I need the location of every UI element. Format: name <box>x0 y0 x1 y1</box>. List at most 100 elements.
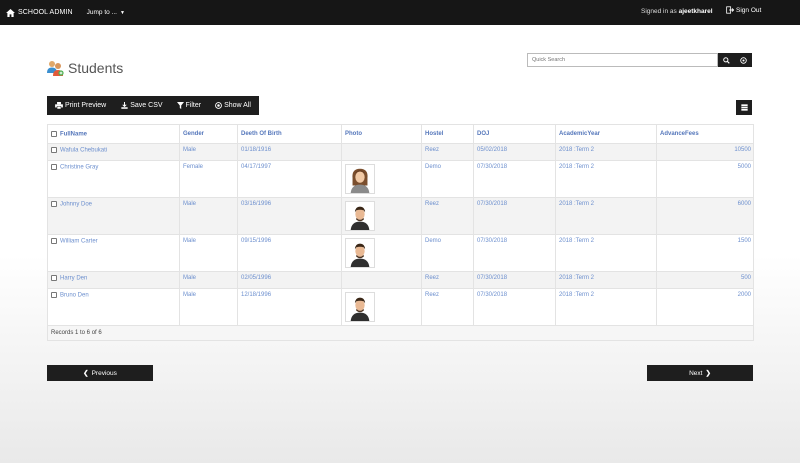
filter-label: Filter <box>185 102 202 109</box>
next-label: Next <box>689 369 703 377</box>
header-fullname[interactable]: FullName <box>47 124 180 144</box>
cell-doj: 07/30/2018 <box>473 160 556 198</box>
columns-button[interactable] <box>736 100 752 115</box>
cell-dob: 04/17/1997 <box>237 160 342 198</box>
target-icon <box>740 56 747 64</box>
header-academic-year[interactable]: AcademicYear <box>555 124 657 144</box>
row-checkbox[interactable] <box>51 275 57 281</box>
cell-advance-fees: 500 <box>656 271 754 289</box>
cell-photo <box>341 197 422 235</box>
search-options-button[interactable] <box>735 53 752 67</box>
cell-doj: 07/30/2018 <box>473 197 556 235</box>
student-photo-female <box>345 164 375 194</box>
chevron-left-icon: ❮ <box>83 370 89 377</box>
row-checkbox[interactable] <box>51 292 57 298</box>
records-count: Records 1 to 6 of 6 <box>47 325 754 341</box>
cell-gender: Male <box>179 143 238 161</box>
cell-photo <box>341 234 422 272</box>
student-name-link[interactable]: Christine Gray <box>60 165 98 171</box>
cell-academic-year: 2018 :Term 2 <box>555 234 657 272</box>
cell-gender: Male <box>179 197 238 235</box>
table-row[interactable]: Harry Den Male 02/05/1996 Reez 07/30/201… <box>47 271 754 289</box>
header-doj[interactable]: DOJ <box>473 124 556 144</box>
student-name-link[interactable]: Bruno Den <box>60 293 89 299</box>
download-icon <box>121 102 128 109</box>
header-gender[interactable]: Gender <box>179 124 238 144</box>
header-dob[interactable]: Deeth Of Birth <box>237 124 342 144</box>
table-header-row: FullName Gender Deeth Of Birth Photo Hos… <box>47 124 754 144</box>
brand-label: SCHOOL ADMIN <box>18 9 73 16</box>
cell-gender: Male <box>179 234 238 272</box>
save-csv-label: Save CSV <box>130 102 163 109</box>
cell-hostel: Demo <box>421 160 474 198</box>
previous-label: Previous <box>91 369 117 377</box>
header-hostel[interactable]: Hostel <box>421 124 474 144</box>
row-checkbox[interactable] <box>51 238 57 244</box>
cell-fullname: Christine Gray <box>47 160 180 198</box>
row-checkbox[interactable] <box>51 201 57 207</box>
page-header: Students <box>47 60 123 76</box>
cell-photo <box>341 288 422 326</box>
previous-button[interactable]: ❮ Previous <box>47 365 153 381</box>
save-csv-button[interactable]: Save CSV <box>121 102 163 109</box>
table-row[interactable]: Bruno Den Male 12/18/1996 Reez 07/30/201… <box>47 288 754 326</box>
table-row[interactable]: Johnny Doe Male 03/16/1996 Reez 07/30/20… <box>47 197 754 235</box>
cell-photo <box>341 143 422 161</box>
cell-advance-fees: 2000 <box>656 288 754 326</box>
filter-button[interactable]: Filter <box>176 102 202 109</box>
row-checkbox[interactable] <box>51 147 57 153</box>
header-advance-fees[interactable]: AdvanceFees <box>656 124 754 144</box>
cell-academic-year: 2018 :Term 2 <box>555 271 657 289</box>
cell-dob: 12/18/1996 <box>237 288 342 326</box>
quick-search <box>527 53 752 67</box>
cell-doj: 05/02/2018 <box>473 143 556 161</box>
cell-fullname: William Carter <box>47 234 180 272</box>
cell-dob: 03/16/1996 <box>237 197 342 235</box>
select-all-checkbox[interactable] <box>51 130 57 137</box>
cell-academic-year: 2018 :Term 2 <box>555 143 657 161</box>
header-photo[interactable]: Photo <box>341 124 422 144</box>
cell-hostel: Reez <box>421 143 474 161</box>
cell-hostel: Reez <box>421 197 474 235</box>
sign-out-link[interactable]: Sign Out <box>726 6 761 14</box>
jump-to-menu[interactable]: Jump to ... ▼ <box>87 9 125 16</box>
table-row[interactable]: Wafula Chebukati Male 01/18/1916 Reez 05… <box>47 143 754 161</box>
cell-advance-fees: 1500 <box>656 234 754 272</box>
table-row[interactable]: William Carter Male 09/15/1996 Demo 07/3… <box>47 234 754 272</box>
home-icon <box>6 8 15 17</box>
filter-icon <box>176 102 184 109</box>
signed-user: ajeetkharel <box>678 8 713 15</box>
cell-doj: 07/30/2018 <box>473 271 556 289</box>
student-name-link[interactable]: Wafula Chebukati <box>60 148 107 154</box>
caret-down-icon: ▼ <box>119 9 125 16</box>
cell-advance-fees: 10500 <box>656 143 754 161</box>
student-name-link[interactable]: William Carter <box>60 239 98 245</box>
print-preview-button[interactable]: Print Preview <box>55 102 106 109</box>
brand-link[interactable]: SCHOOL ADMIN <box>6 8 73 17</box>
page-title: Students <box>68 60 124 76</box>
show-all-label: Show All <box>224 102 251 109</box>
show-all-button[interactable]: Show All <box>215 102 251 109</box>
student-photo-male <box>345 292 375 322</box>
table-row[interactable]: Christine Gray Female 04/17/1997 Demo 07… <box>47 160 754 198</box>
search-button[interactable] <box>718 53 735 67</box>
row-checkbox[interactable] <box>51 164 57 170</box>
jump-label: Jump to ... <box>86 9 117 16</box>
cell-advance-fees: 5000 <box>656 160 754 198</box>
signed-in-text: Signed in as ajeetkharel <box>641 8 713 15</box>
student-photo-male <box>345 238 375 268</box>
cell-hostel: Reez <box>421 288 474 326</box>
table-footer-row: Records 1 to 6 of 6 <box>47 325 754 341</box>
cell-hostel: Reez <box>421 271 474 289</box>
search-input[interactable] <box>527 53 718 67</box>
show-all-icon <box>215 102 222 109</box>
student-name-link[interactable]: Harry Den <box>60 276 87 282</box>
cell-dob: 09/15/1996 <box>237 234 342 272</box>
cell-dob: 01/18/1916 <box>237 143 342 161</box>
cell-academic-year: 2018 :Term 2 <box>555 160 657 198</box>
next-button[interactable]: Next ❯ <box>647 365 753 381</box>
print-label: Print Preview <box>65 102 107 109</box>
cell-dob: 02/05/1996 <box>237 271 342 289</box>
student-name-link[interactable]: Johnny Doe <box>60 202 92 208</box>
cell-fullname: Wafula Chebukati <box>47 143 180 161</box>
